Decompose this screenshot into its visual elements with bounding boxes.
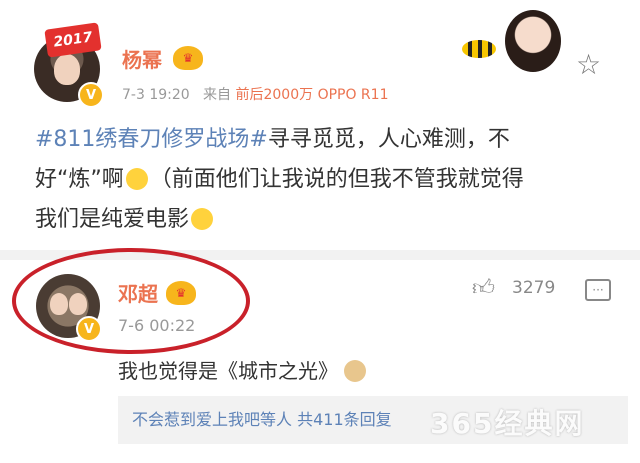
doge-emoji-icon	[344, 360, 367, 382]
post-content: #811绣春刀修罗战场#寻寻觅觅，人心难测，不 好“炼”啊 （前面他们让我说的但我…	[35, 120, 595, 240]
post-topic-link[interactable]: #811绣春刀修罗战场#	[35, 127, 268, 152]
avatar-face	[53, 54, 81, 85]
scared-emoji-icon	[125, 168, 148, 190]
comment-text: 我也觉得是《城市之光》	[118, 355, 367, 384]
verified-icon: V	[78, 82, 104, 108]
reply-icon[interactable]: ···	[585, 279, 611, 301]
sticker-avatar	[505, 10, 561, 72]
post-content-line2-rest: （前面他们让我说的但我不管我就觉得	[149, 167, 524, 192]
post-content-line2: 好“炼”啊	[35, 167, 124, 192]
like-icon[interactable]: 👍︎	[472, 274, 495, 301]
post-content-line3: 我们是纯爱电影	[35, 207, 190, 232]
like-count: 3279	[512, 278, 556, 298]
post-date: 7-3 19:20	[122, 87, 190, 103]
post-source-device[interactable]: 前后2000万 OPPO R11	[235, 87, 388, 103]
scared-emoji-icon-2	[191, 208, 214, 230]
post-content-line1: 寻寻觅觅，人心难测，不	[267, 127, 510, 152]
vip-crown-icon: ♛	[173, 46, 203, 70]
watermark: 365经典网	[430, 407, 585, 440]
favorite-star-icon[interactable]: ☆	[576, 48, 601, 81]
bee-icon	[462, 40, 496, 58]
comment-text-content: 我也觉得是《城市之光》	[118, 359, 338, 383]
post-author-name[interactable]: 杨幂	[122, 44, 162, 73]
weibo-post: 2017 V 杨幂 ♛ 7-3 19:20 来自 前后2000万 OPPO R1…	[0, 0, 640, 250]
post-source-prefix: 来自	[203, 87, 232, 103]
highlight-ring	[12, 248, 250, 354]
post-meta: 7-3 19:20 来自 前后2000万 OPPO R11	[122, 84, 388, 104]
